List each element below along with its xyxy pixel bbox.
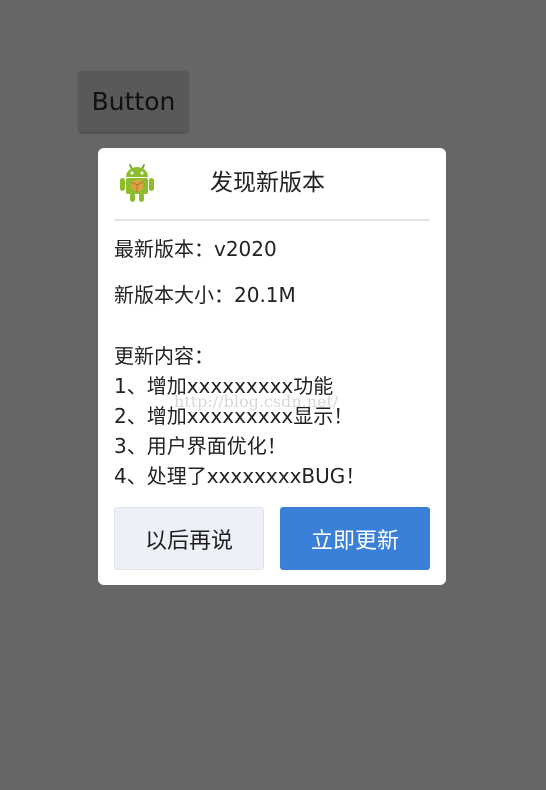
dialog-title: 发现新版本 [210, 170, 325, 196]
background-button: Button [79, 71, 188, 132]
changelog-item: 3、用户界面优化！ [114, 434, 287, 458]
android-icon [120, 164, 154, 202]
update-now-button[interactable]: 立即更新 [280, 507, 430, 570]
changelog-heading: 更新内容： [114, 344, 214, 368]
package-size-text: 新版本大小：20.1M [114, 283, 296, 307]
changelog-item: 1、增加xxxxxxxxx功能 [114, 374, 334, 398]
dialog-header: 发现新版本 [114, 148, 430, 221]
changelog-item: 2、增加xxxxxxxxx显示！ [114, 404, 354, 428]
latest-version-text: 最新版本：v2020 [114, 237, 277, 261]
changelog-item: 4、处理了xxxxxxxxBUG！ [114, 464, 366, 488]
later-button[interactable]: 以后再说 [114, 507, 264, 570]
update-dialog: 发现新版本 最新版本：v2020 新版本大小：20.1M 更新内容： 1、增加x… [98, 148, 446, 585]
